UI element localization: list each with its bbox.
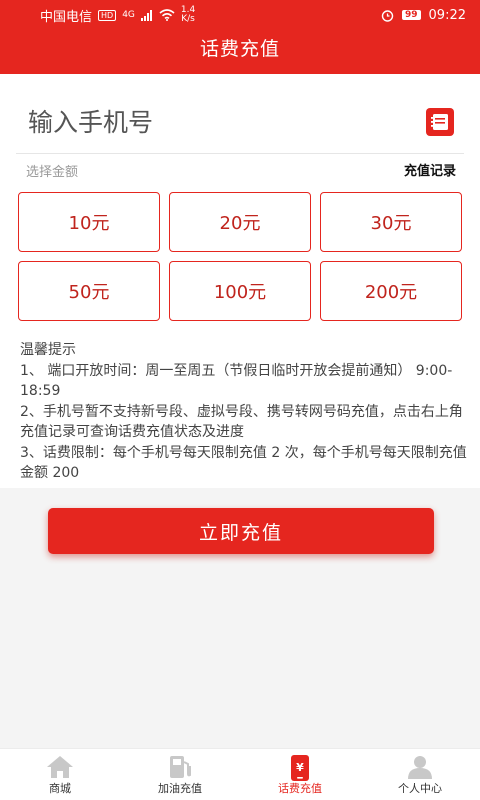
signal-type: 4G xyxy=(122,9,135,20)
recharge-card: 选择金额 充值记录 10元 20元 30元 50元 100元 200元 温馨提示… xyxy=(0,74,480,488)
user-icon xyxy=(408,756,432,779)
phone-number-input[interactable] xyxy=(28,102,408,142)
amount-option-200[interactable]: 200元 xyxy=(320,261,462,321)
speed-unit: K/s xyxy=(181,14,195,24)
header: 中国电信 HD 4G 1.4 K/s 99 09:22 话费充值 xyxy=(0,0,480,74)
tab-fuel-recharge[interactable]: 加油充值 xyxy=(120,749,240,800)
wifi-icon xyxy=(159,9,175,21)
page-title: 话费充值 xyxy=(199,38,280,60)
signal-icon xyxy=(140,9,152,21)
tab-label: 个人中心 xyxy=(398,782,442,795)
battery-indicator: 99 xyxy=(402,10,421,20)
tips-title: 温馨提示 xyxy=(20,342,76,358)
carrier-name: 中国电信 xyxy=(40,9,93,25)
contact-book-icon[interactable] xyxy=(426,108,454,136)
divider xyxy=(16,153,464,154)
recharge-record-link[interactable]: 充值记录 xyxy=(404,160,456,179)
recharge-now-button[interactable]: 立即充值 xyxy=(48,508,434,554)
network-speed: 1.4 K/s xyxy=(181,6,195,24)
tips-section: 温馨提示 1、 端口开放时间：周一至周五（节假日临时开放会提前通知） 9:00-… xyxy=(20,340,470,484)
tips-line: 1、 端口开放时间：周一至周五（节假日临时开放会提前通知） 9:00-18:59 xyxy=(20,362,453,400)
amount-section-label: 选择金额 xyxy=(26,165,79,180)
tab-label: 话费充值 xyxy=(278,782,322,795)
clock-time: 09:22 xyxy=(428,7,466,23)
tab-label: 商城 xyxy=(49,782,71,795)
phone-row xyxy=(0,74,480,150)
phone-recharge-icon: ¥ xyxy=(291,755,309,781)
tab-mall[interactable]: 商城 xyxy=(0,749,120,800)
amount-option-100[interactable]: 100元 xyxy=(169,261,311,321)
tips-line: 2、手机号暂不支持新号段、虚拟号段、携号转网号码充值，点击右上角充值记录可查询话… xyxy=(20,403,463,441)
amount-option-20[interactable]: 20元 xyxy=(169,192,311,252)
bottom-tab-bar: 商城 加油充值 ¥ 话费充值 个人中心 xyxy=(0,748,480,800)
tab-phone-recharge[interactable]: ¥ 话费充值 xyxy=(240,749,360,800)
alarm-icon xyxy=(381,9,394,22)
fuel-pump-icon xyxy=(170,756,191,778)
hd-badge: HD xyxy=(98,9,117,21)
amount-option-50[interactable]: 50元 xyxy=(18,261,160,321)
amount-option-30[interactable]: 30元 xyxy=(320,192,462,252)
home-icon xyxy=(47,756,73,778)
tab-label: 加油充值 xyxy=(158,782,202,795)
svg-text:¥: ¥ xyxy=(296,761,304,774)
status-bar: 中国电信 HD 4G 1.4 K/s 99 09:22 xyxy=(0,0,480,30)
amount-option-10[interactable]: 10元 xyxy=(18,192,160,252)
tips-line: 3、话费限制：每个手机号每天限制充值 2 次，每个手机号每天限制充值金额 200 xyxy=(20,444,467,482)
tab-personal-center[interactable]: 个人中心 xyxy=(360,749,480,800)
